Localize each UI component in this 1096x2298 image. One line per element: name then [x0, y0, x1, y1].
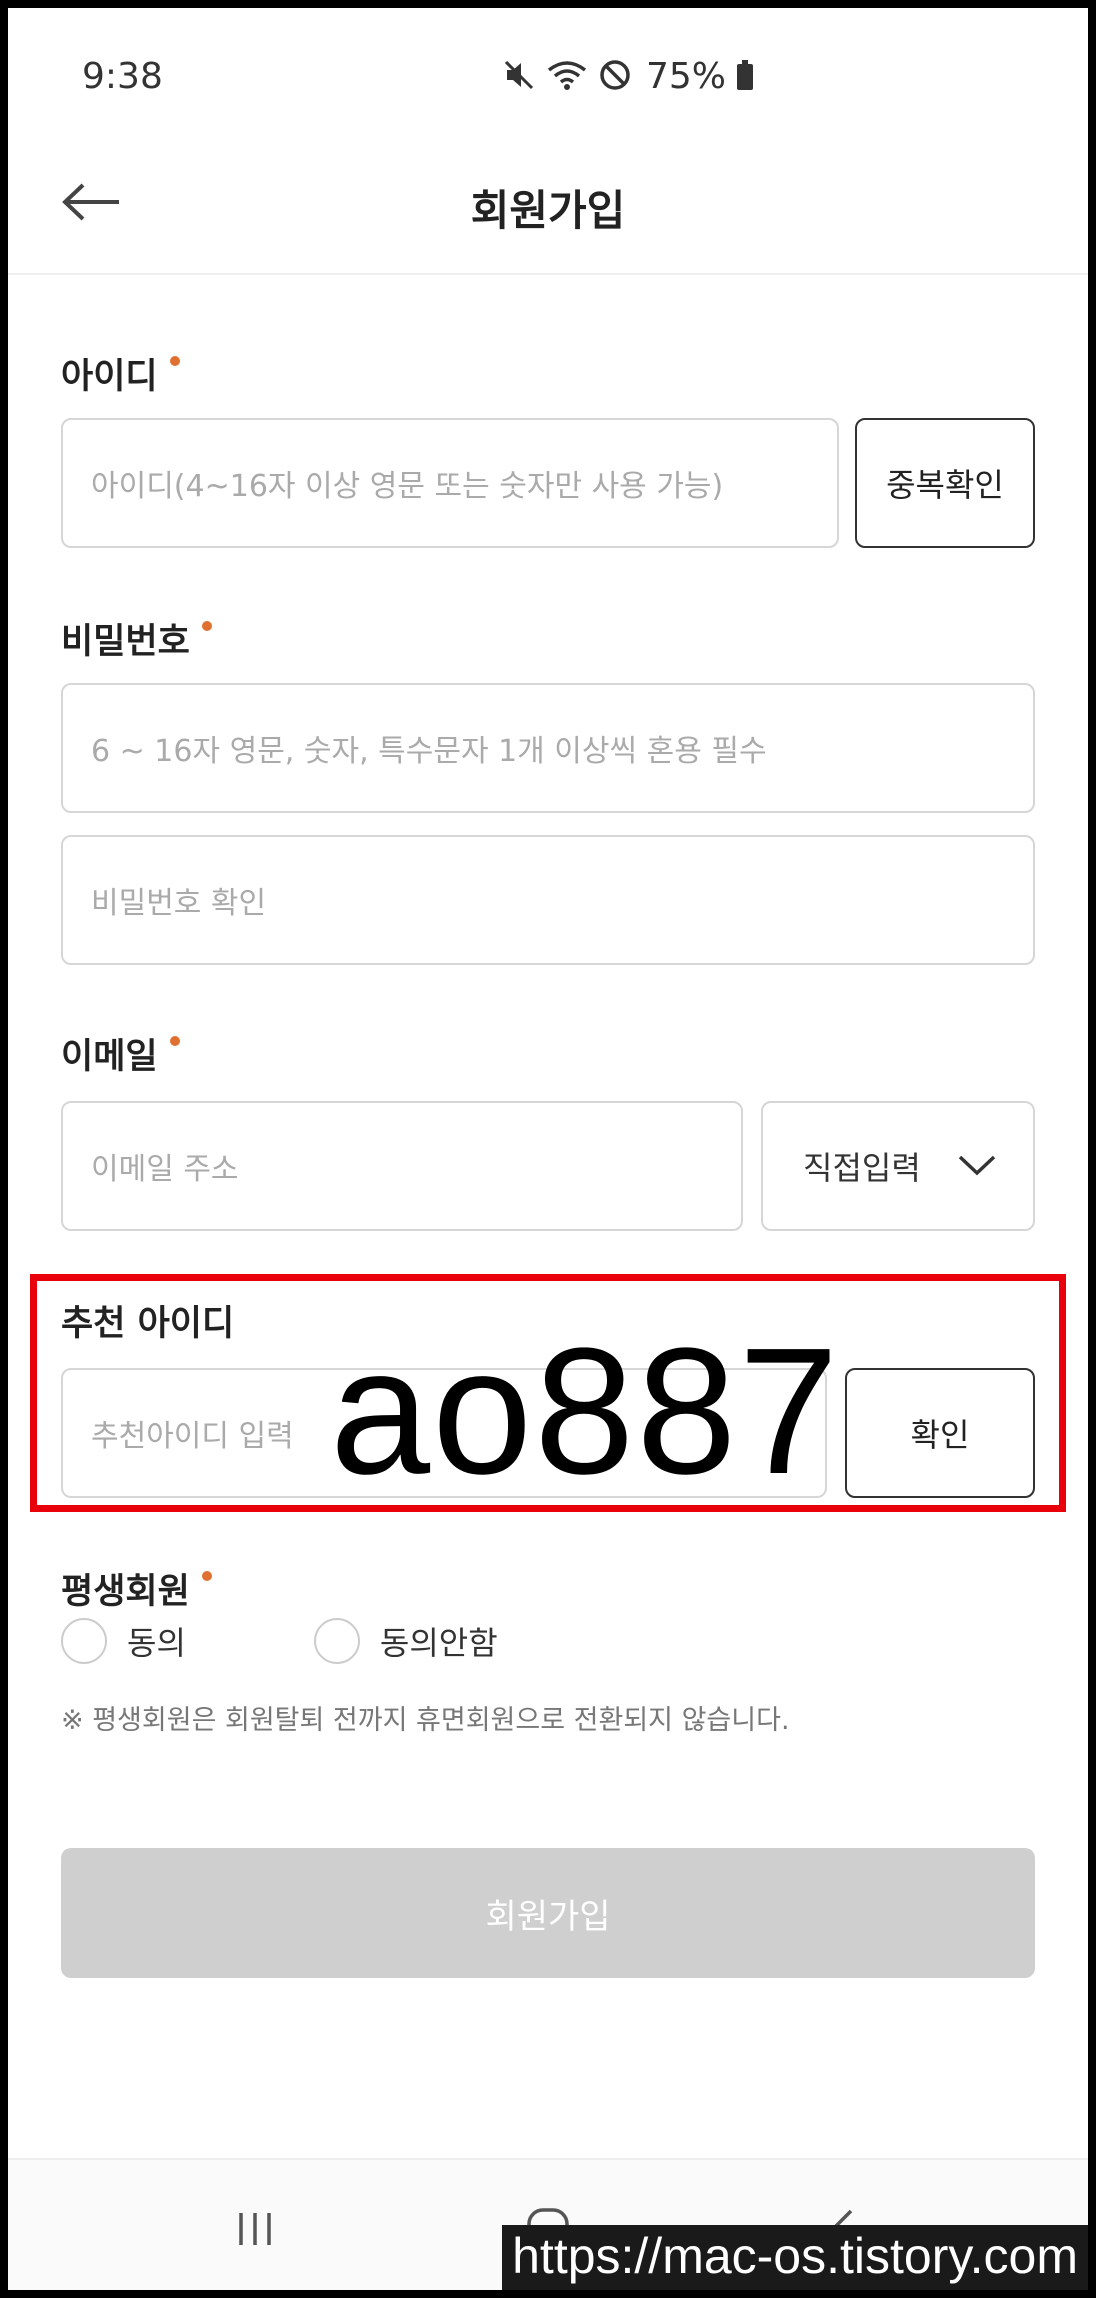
id-placeholder: 아이디(4~16자 이상 영문 또는 숫자만 사용 가능) — [91, 469, 724, 504]
battery-icon — [736, 59, 754, 95]
mute-icon — [502, 58, 536, 96]
id-label: 아이디 — [61, 348, 180, 399]
referral-label: 추천 아이디 — [61, 1304, 235, 1344]
referral-overlay-text: ao887 — [330, 1311, 841, 1512]
duplicate-check-button[interactable]: 중복확인 — [855, 418, 1035, 548]
recent-apps-button[interactable] — [220, 2196, 290, 2266]
password-label-text: 비밀번호 — [61, 622, 190, 662]
password-input[interactable]: 6 ~ 16자 영문, 숫자, 특수문자 1개 이상씩 혼용 필수 — [61, 683, 1035, 813]
referral-confirm-button[interactable]: 확인 — [845, 1368, 1035, 1498]
email-domain-select[interactable]: 직접입력 — [761, 1101, 1035, 1231]
radio-circle[interactable] — [313, 1618, 360, 1664]
do-not-disturb-icon — [598, 58, 632, 96]
battery-percent: 75% — [646, 56, 727, 97]
email-label: 이메일 — [61, 1028, 180, 1079]
required-dot — [201, 1571, 212, 1581]
radio-circle[interactable] — [61, 1618, 107, 1664]
app-header: 회원가입 — [8, 133, 1088, 275]
status-time: 9:38 — [82, 56, 163, 97]
radio-agree-label: 동의 — [127, 1624, 186, 1662]
lifetime-member-radio-group: 동의 동의안함 — [61, 1618, 498, 1664]
id-label-text: 아이디 — [61, 357, 158, 397]
email-placeholder: 이메일 주소 — [91, 1152, 239, 1187]
required-dot — [169, 356, 180, 366]
lifetime-member-label: 평생회원 — [61, 1563, 212, 1614]
chevron-down-icon — [957, 1147, 997, 1185]
lifetime-member-label-text: 평생회원 — [61, 1572, 190, 1612]
email-domain-value: 직접입력 — [803, 1149, 921, 1187]
recent-apps-icon — [233, 2209, 277, 2253]
radio-disagree-label: 동의안함 — [379, 1624, 498, 1662]
password-label: 비밀번호 — [61, 613, 212, 664]
email-input[interactable]: 이메일 주소 — [61, 1101, 743, 1231]
required-dot — [201, 621, 212, 631]
phone-screen: 9:38 75% 회원가입 아이디 아이디(4~16자 이상 영문 또는 숫자만… — [8, 8, 1088, 2290]
id-input[interactable]: 아이디(4~16자 이상 영문 또는 숫자만 사용 가능) — [61, 418, 839, 548]
radio-agree[interactable]: 동의 — [61, 1618, 186, 1664]
password-confirm-placeholder: 비밀번호 확인 — [91, 886, 267, 921]
referral-placeholder: 추천아이디 입력 — [91, 1419, 294, 1454]
email-label-text: 이메일 — [61, 1037, 158, 1077]
watermark-url: https://mac-os.tistory.com — [502, 2225, 1088, 2290]
status-icons: 75% — [502, 56, 754, 97]
password-confirm-input[interactable]: 비밀번호 확인 — [61, 835, 1035, 965]
wifi-icon — [546, 58, 588, 96]
signup-submit-button[interactable]: 회원가입 — [61, 1848, 1035, 1978]
lifetime-member-notice: ※ 평생회원은 회원탈퇴 전까지 휴면회원으로 전환되지 않습니다. — [61, 1705, 790, 1736]
radio-disagree[interactable]: 동의안함 — [313, 1618, 498, 1664]
required-dot — [169, 1036, 180, 1046]
password-placeholder: 6 ~ 16자 영문, 숫자, 특수문자 1개 이상씩 혼용 필수 — [91, 734, 767, 769]
page-title: 회원가입 — [470, 186, 626, 235]
status-bar: 9:38 75% — [8, 8, 1088, 133]
